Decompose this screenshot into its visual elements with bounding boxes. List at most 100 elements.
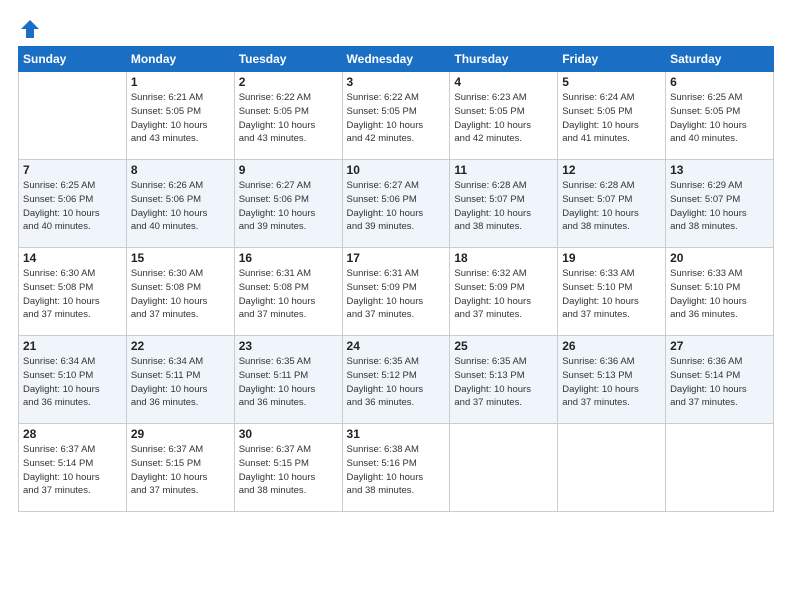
calendar-cell xyxy=(558,424,666,512)
calendar-cell: 27Sunrise: 6:36 AM Sunset: 5:14 PM Dayli… xyxy=(666,336,774,424)
calendar-cell xyxy=(666,424,774,512)
week-row-4: 21 Sunrise: 6:34 AM Sunset: 5:10 PM Dayli… xyxy=(19,336,774,424)
day-info: Sunrise: 6:22 AM Sunset: 5:05 PM Dayligh… xyxy=(347,91,446,146)
day-number: 14 xyxy=(23,251,122,265)
calendar-cell: 12Sunrise: 6:28 AM Sunset: 5:07 PM Dayli… xyxy=(558,160,666,248)
calendar-cell: 3Sunrise: 6:22 AM Sunset: 5:05 PM Daylig… xyxy=(342,72,450,160)
day-number: 27 xyxy=(670,339,769,353)
header-cell-monday: Monday xyxy=(126,47,234,72)
calendar-cell: 14 Sunrise: 6:30 AM Sunset: 5:08 PM Dayli… xyxy=(19,248,127,336)
header-cell-friday: Friday xyxy=(558,47,666,72)
calendar-cell: 19 Sunrise: 6:33 AM Sunset: 5:10 PM Dayli… xyxy=(558,248,666,336)
day-number: 17 xyxy=(347,251,446,265)
calendar-cell: 25 Sunrise: 6:35 AM Sunset: 5:13 PM Dayli… xyxy=(450,336,558,424)
day-info: Sunrise: 6:23 AM Sunset: 5:05 PM Dayligh… xyxy=(454,91,553,146)
calendar-cell: 4 Sunrise: 6:23 AM Sunset: 5:05 PM Daylig… xyxy=(450,72,558,160)
day-info: Sunrise: 6:37 AM Sunset: 5:15 PM Dayligh… xyxy=(239,443,338,498)
day-number: 25 xyxy=(454,339,553,353)
calendar-cell: 21 Sunrise: 6:34 AM Sunset: 5:10 PM Dayli… xyxy=(19,336,127,424)
day-number: 24 xyxy=(347,339,446,353)
calendar-cell: 16Sunrise: 6:31 AM Sunset: 5:08 PM Dayli… xyxy=(234,248,342,336)
day-number: 21 xyxy=(23,339,122,353)
calendar-cell: 11 Sunrise: 6:28 AM Sunset: 5:07 PM Dayli… xyxy=(450,160,558,248)
calendar-cell: 5Sunrise: 6:24 AM Sunset: 5:05 PM Daylig… xyxy=(558,72,666,160)
calendar-cell: 15Sunrise: 6:30 AM Sunset: 5:08 PM Dayli… xyxy=(126,248,234,336)
calendar-cell: 1 Sunrise: 6:21 AM Sunset: 5:05 PM Daylig… xyxy=(126,72,234,160)
day-number: 26 xyxy=(562,339,661,353)
header-cell-tuesday: Tuesday xyxy=(234,47,342,72)
calendar-cell: 24Sunrise: 6:35 AM Sunset: 5:12 PM Dayli… xyxy=(342,336,450,424)
calendar-cell: 6 Sunrise: 6:25 AM Sunset: 5:05 PM Daylig… xyxy=(666,72,774,160)
day-number: 19 xyxy=(562,251,661,265)
header-cell-wednesday: Wednesday xyxy=(342,47,450,72)
day-number: 10 xyxy=(347,163,446,177)
day-info: Sunrise: 6:33 AM Sunset: 5:10 PM Dayligh… xyxy=(562,267,661,322)
day-info: Sunrise: 6:34 AM Sunset: 5:11 PM Dayligh… xyxy=(131,355,230,410)
calendar-cell xyxy=(450,424,558,512)
day-number: 22 xyxy=(131,339,230,353)
week-row-3: 14 Sunrise: 6:30 AM Sunset: 5:08 PM Dayli… xyxy=(19,248,774,336)
calendar-cell: 28Sunrise: 6:37 AM Sunset: 5:14 PM Dayli… xyxy=(19,424,127,512)
logo-icon xyxy=(19,18,41,40)
day-number: 11 xyxy=(454,163,553,177)
calendar-cell: 26 Sunrise: 6:36 AM Sunset: 5:13 PM Dayli… xyxy=(558,336,666,424)
calendar-cell: 13 Sunrise: 6:29 AM Sunset: 5:07 PM Dayli… xyxy=(666,160,774,248)
day-info: Sunrise: 6:27 AM Sunset: 5:06 PM Dayligh… xyxy=(347,179,446,234)
day-number: 5 xyxy=(562,75,661,89)
header-cell-thursday: Thursday xyxy=(450,47,558,72)
day-number: 13 xyxy=(670,163,769,177)
day-number: 23 xyxy=(239,339,338,353)
calendar-cell: 2 Sunrise: 6:22 AM Sunset: 5:05 PM Daylig… xyxy=(234,72,342,160)
calendar: SundayMondayTuesdayWednesdayThursdayFrid… xyxy=(18,46,774,512)
day-info: Sunrise: 6:27 AM Sunset: 5:06 PM Dayligh… xyxy=(239,179,338,234)
day-info: Sunrise: 6:33 AM Sunset: 5:10 PM Dayligh… xyxy=(670,267,769,322)
day-number: 15 xyxy=(131,251,230,265)
day-number: 31 xyxy=(347,427,446,441)
day-info: Sunrise: 6:32 AM Sunset: 5:09 PM Dayligh… xyxy=(454,267,553,322)
day-info: Sunrise: 6:28 AM Sunset: 5:07 PM Dayligh… xyxy=(454,179,553,234)
day-number: 1 xyxy=(131,75,230,89)
day-info: Sunrise: 6:26 AM Sunset: 5:06 PM Dayligh… xyxy=(131,179,230,234)
calendar-cell: 18Sunrise: 6:32 AM Sunset: 5:09 PM Dayli… xyxy=(450,248,558,336)
day-number: 29 xyxy=(131,427,230,441)
day-info: Sunrise: 6:36 AM Sunset: 5:13 PM Dayligh… xyxy=(562,355,661,410)
day-info: Sunrise: 6:22 AM Sunset: 5:05 PM Dayligh… xyxy=(239,91,338,146)
day-info: Sunrise: 6:29 AM Sunset: 5:07 PM Dayligh… xyxy=(670,179,769,234)
week-row-5: 28Sunrise: 6:37 AM Sunset: 5:14 PM Dayli… xyxy=(19,424,774,512)
day-number: 2 xyxy=(239,75,338,89)
day-info: Sunrise: 6:34 AM Sunset: 5:10 PM Dayligh… xyxy=(23,355,122,410)
calendar-cell: 17 Sunrise: 6:31 AM Sunset: 5:09 PM Dayli… xyxy=(342,248,450,336)
calendar-cell: 30 Sunrise: 6:37 AM Sunset: 5:15 PM Dayli… xyxy=(234,424,342,512)
calendar-cell: 20 Sunrise: 6:33 AM Sunset: 5:10 PM Dayli… xyxy=(666,248,774,336)
day-number: 12 xyxy=(562,163,661,177)
calendar-cell: 7Sunrise: 6:25 AM Sunset: 5:06 PM Daylig… xyxy=(19,160,127,248)
header-cell-saturday: Saturday xyxy=(666,47,774,72)
day-info: Sunrise: 6:25 AM Sunset: 5:05 PM Dayligh… xyxy=(670,91,769,146)
day-info: Sunrise: 6:37 AM Sunset: 5:15 PM Dayligh… xyxy=(131,443,230,498)
day-number: 20 xyxy=(670,251,769,265)
day-info: Sunrise: 6:37 AM Sunset: 5:14 PM Dayligh… xyxy=(23,443,122,498)
logo xyxy=(18,18,42,36)
calendar-cell: 31 Sunrise: 6:38 AM Sunset: 5:16 PM Dayli… xyxy=(342,424,450,512)
day-info: Sunrise: 6:30 AM Sunset: 5:08 PM Dayligh… xyxy=(23,267,122,322)
header xyxy=(18,18,774,36)
day-number: 7 xyxy=(23,163,122,177)
day-info: Sunrise: 6:38 AM Sunset: 5:16 PM Dayligh… xyxy=(347,443,446,498)
header-cell-sunday: Sunday xyxy=(19,47,127,72)
calendar-cell: 23 Sunrise: 6:35 AM Sunset: 5:11 PM Dayli… xyxy=(234,336,342,424)
week-row-2: 7Sunrise: 6:25 AM Sunset: 5:06 PM Daylig… xyxy=(19,160,774,248)
day-info: Sunrise: 6:21 AM Sunset: 5:05 PM Dayligh… xyxy=(131,91,230,146)
week-row-1: 1 Sunrise: 6:21 AM Sunset: 5:05 PM Daylig… xyxy=(19,72,774,160)
calendar-cell: 9 Sunrise: 6:27 AM Sunset: 5:06 PM Daylig… xyxy=(234,160,342,248)
day-info: Sunrise: 6:35 AM Sunset: 5:11 PM Dayligh… xyxy=(239,355,338,410)
day-info: Sunrise: 6:35 AM Sunset: 5:13 PM Dayligh… xyxy=(454,355,553,410)
day-number: 30 xyxy=(239,427,338,441)
calendar-cell: 10 Sunrise: 6:27 AM Sunset: 5:06 PM Dayli… xyxy=(342,160,450,248)
day-number: 9 xyxy=(239,163,338,177)
calendar-cell xyxy=(19,72,127,160)
day-number: 6 xyxy=(670,75,769,89)
day-number: 4 xyxy=(454,75,553,89)
calendar-cell: 29 Sunrise: 6:37 AM Sunset: 5:15 PM Dayli… xyxy=(126,424,234,512)
day-info: Sunrise: 6:31 AM Sunset: 5:09 PM Dayligh… xyxy=(347,267,446,322)
page: SundayMondayTuesdayWednesdayThursdayFrid… xyxy=(0,0,792,612)
